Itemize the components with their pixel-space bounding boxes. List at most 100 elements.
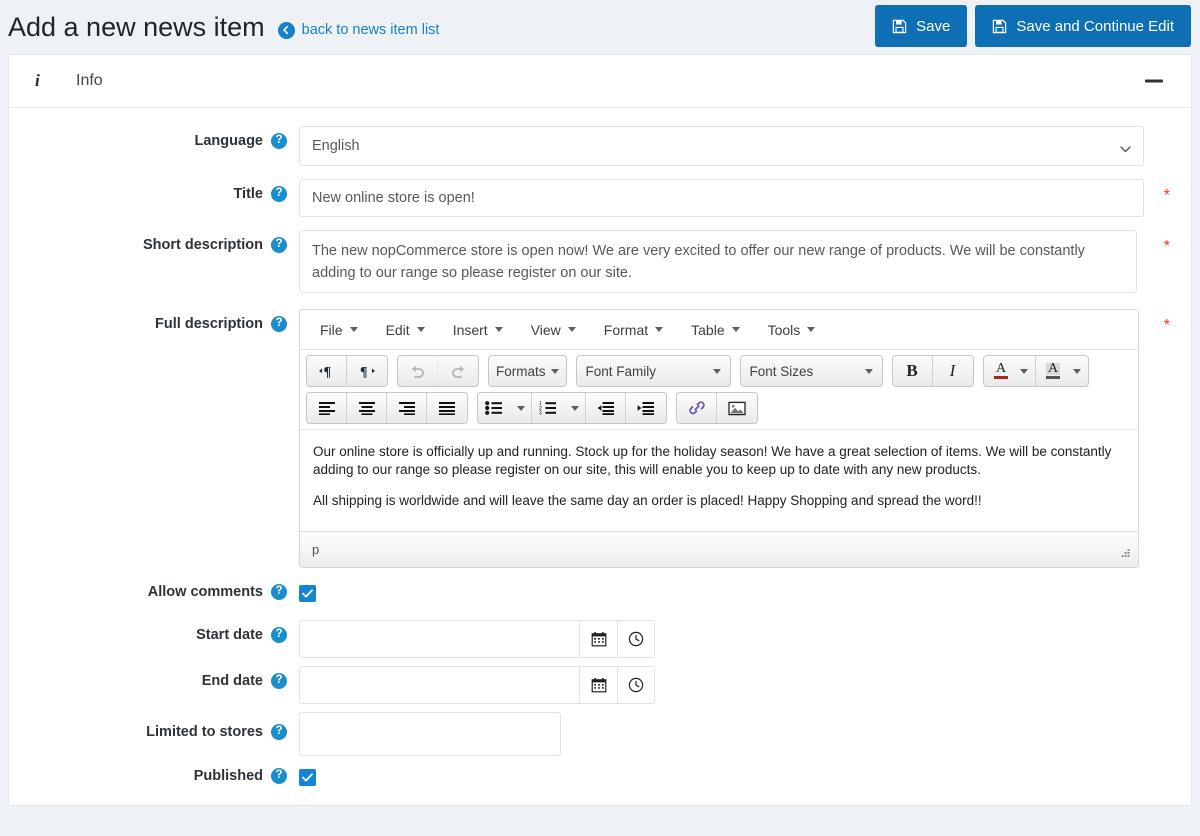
indent-icon[interactable] [626,393,666,423]
chevron-down-icon [494,327,503,332]
info-icon: i [35,71,40,90]
text-color-icon[interactable]: A [983,356,1014,386]
info-panel: i Info Language ? English Title ? New on… [8,54,1192,806]
image-icon[interactable] [717,393,757,423]
background-color-dropdown[interactable] [1065,356,1088,386]
title-control-cell [299,179,1191,217]
required-marker: * [1163,317,1170,334]
editor-menu-insert[interactable]: Insert [439,318,517,342]
rtl-icon[interactable]: ¶ [347,356,387,386]
allow-comments-control-cell [299,584,1191,602]
editor-paragraph: All shipping is worldwide and will leave… [313,493,982,508]
required-marker: * [1163,187,1170,204]
formats-select[interactable]: Formats [489,356,566,386]
redo-icon[interactable] [438,356,478,386]
chevron-down-icon [731,327,740,332]
formats-select-label: Formats [496,363,546,379]
form-row-language: Language ? English [9,126,1191,166]
align-center-icon[interactable] [347,393,387,423]
question-circle-icon[interactable]: ? [271,724,287,740]
save-and-continue-button-label: Save and Continue Edit [1016,17,1174,35]
full-description-label: Full description [155,316,263,332]
form-row-limited-to-stores: Limited to stores ? [9,712,1191,756]
italic-label: I [949,361,956,380]
clock-icon[interactable] [617,666,655,704]
bold-icon[interactable]: B [892,356,933,386]
question-circle-icon[interactable]: ? [271,627,287,643]
minus-icon[interactable] [1145,79,1163,83]
editor-menu-file[interactable]: File [306,318,372,342]
align-left-icon[interactable] [307,393,347,423]
bullet-list-icon[interactable] [478,393,510,423]
back-to-list-label: back to news item list [301,22,440,38]
editor-list-group: 123 [477,392,667,424]
start-date-label-cell: Start date ? [9,620,299,643]
start-date-input[interactable] [299,620,579,658]
arrow-left-circle-icon [277,21,295,39]
numbered-list-icon[interactable]: 123 [532,393,564,423]
resize-grip-icon[interactable] [1119,547,1131,562]
question-circle-icon[interactable]: ? [271,673,287,689]
published-checkbox[interactable] [299,769,316,786]
save-and-continue-button[interactable]: Save and Continue Edit [975,5,1191,47]
limited-to-stores-multiselect[interactable] [299,712,561,756]
text-color-dropdown[interactable] [1013,356,1036,386]
numbered-list-dropdown[interactable] [564,393,586,423]
start-date-label: Start date [196,627,263,643]
font-sizes-select[interactable]: Font Sizes [740,356,882,386]
editor-insert-group [676,392,758,424]
question-circle-icon[interactable]: ? [271,768,287,784]
info-panel-header[interactable]: i Info [9,55,1191,108]
calendar-icon[interactable] [579,620,617,658]
short-description-label-cell: Short description ? [9,230,299,253]
editor-color-group: A A [982,355,1089,387]
editor-element-path[interactable]: p [312,542,319,557]
question-circle-icon[interactable]: ? [271,584,287,600]
short-description-textarea[interactable]: The new nopCommerce store is open now! W… [299,230,1137,293]
bullet-list-dropdown[interactable] [510,393,532,423]
allow-comments-label: Allow comments [147,584,263,600]
editor-menu-view[interactable]: View [517,318,590,342]
form-row-title: Title ? * [9,179,1191,217]
editor-menu-tools[interactable]: Tools [754,318,830,342]
clock-icon[interactable] [617,620,655,658]
editor-paragraph: Our online store is officially up and ru… [313,444,1112,477]
title-label-cell: Title ? [9,179,299,202]
chevron-down-icon [570,405,579,411]
form-row-published: Published ? [9,766,1191,786]
link-icon[interactable] [677,393,717,423]
editor-menu-format[interactable]: Format [590,318,677,342]
question-circle-icon[interactable]: ? [271,237,287,253]
limited-to-stores-label: Limited to stores [146,724,263,740]
title-input[interactable] [299,179,1144,217]
align-right-icon[interactable] [387,393,427,423]
undo-icon[interactable] [398,356,438,386]
question-circle-icon[interactable]: ? [271,133,287,149]
back-to-list-link[interactable]: back to news item list [277,21,440,39]
question-circle-icon[interactable]: ? [271,316,287,332]
chevron-down-icon [1072,368,1081,374]
title-label: Title [233,186,263,202]
editor-menu-edit[interactable]: Edit [372,318,439,342]
calendar-icon[interactable] [579,666,617,704]
allow-comments-label-cell: Allow comments ? [9,584,299,600]
text-color-label: A [995,361,1007,376]
short-description-label: Short description [142,237,263,253]
end-date-input[interactable] [299,666,579,704]
save-button[interactable]: Save [875,5,968,47]
ltr-icon[interactable]: ¶ [307,356,347,386]
form-row-full-description: Full description ? File Edit Insert View… [9,309,1191,568]
editor-menu-table[interactable]: Table [677,318,753,342]
outdent-icon[interactable] [586,393,626,423]
editor-content-area[interactable]: Our online store is officially up and ru… [300,429,1138,531]
background-color-icon[interactable]: A [1035,356,1066,386]
language-select[interactable]: English [299,126,1144,166]
limited-to-stores-control-cell [299,712,1191,756]
allow-comments-checkbox[interactable] [299,585,316,602]
editor-style-group: B I [891,355,974,387]
align-justify-icon[interactable] [427,393,467,423]
italic-icon[interactable]: I [932,356,973,386]
font-family-select[interactable]: Font Family [576,356,730,386]
header-actions: Save Save and Continue Edit [875,5,1191,47]
question-circle-icon[interactable]: ? [271,186,287,202]
